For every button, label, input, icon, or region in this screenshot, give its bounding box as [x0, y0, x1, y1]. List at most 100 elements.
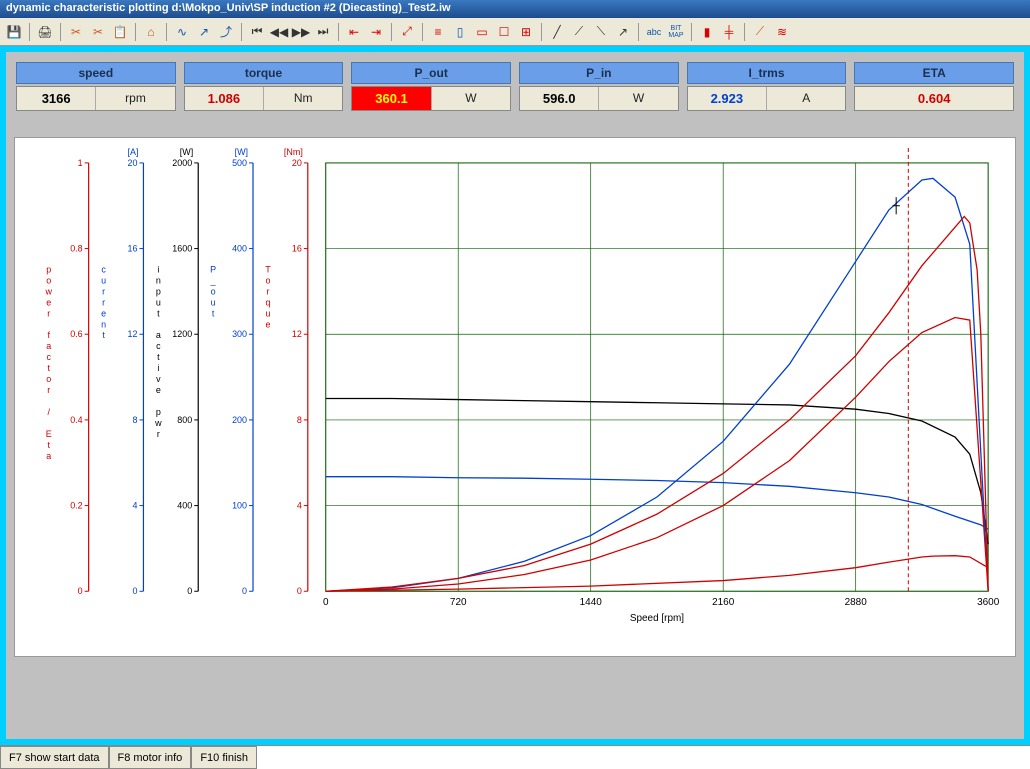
svg-text:c: c	[156, 341, 161, 351]
readout-value: 0.604	[855, 87, 1013, 110]
status-btn-F7[interactable]: F7 show start data	[0, 746, 109, 769]
text-icon[interactable]: abc	[644, 22, 664, 42]
svg-text:e: e	[46, 297, 51, 307]
svg-text:0: 0	[132, 586, 137, 596]
svg-text:e: e	[156, 385, 161, 395]
readout-unit: A	[767, 87, 845, 110]
readout-value: 360.1	[352, 87, 431, 110]
svg-text:400: 400	[232, 244, 247, 254]
svg-text:0.8: 0.8	[70, 244, 82, 254]
svg-text:800: 800	[177, 415, 192, 425]
copy-icon[interactable]: ✂	[88, 22, 108, 42]
readout-value: 2.923	[688, 87, 767, 110]
readout-header: torque	[184, 62, 344, 84]
mark-3-icon[interactable]: ⟋	[750, 22, 770, 42]
step-fwd-icon[interactable]: ⇥	[366, 22, 386, 42]
readout-P_in: P_in 596.0 W	[519, 62, 679, 111]
curve-tool-3-icon[interactable]: ⤴	[216, 22, 236, 42]
svg-text:1600: 1600	[172, 244, 192, 254]
mark-4-icon[interactable]: ≋	[772, 22, 792, 42]
svg-text:1200: 1200	[172, 329, 192, 339]
vbar-icon[interactable]: ▭	[472, 22, 492, 42]
svg-text:8: 8	[132, 415, 137, 425]
readout-header: P_out	[351, 62, 511, 84]
print-icon[interactable]: 🖨	[35, 22, 55, 42]
cut-icon[interactable]: ✂	[66, 22, 86, 42]
window-title: dynamic characteristic plotting d:\Mokpo…	[6, 2, 451, 14]
toolbar: 💾 🖨 ✂ ✂ 📋 ⌂ ∿ ↗ ⤴ ⏮ ◀◀ ▶▶ ⏭ ⇤ ⇥ ⤢ ≡ ▯ ▭ …	[0, 18, 1030, 46]
status-btn-F10[interactable]: F10 finish	[191, 746, 257, 769]
home-icon[interactable]: ⌂	[141, 22, 161, 42]
line-tool-1-icon[interactable]: ╱	[547, 22, 567, 42]
svg-text:720: 720	[450, 597, 467, 608]
readout-unit: rpm	[96, 87, 174, 110]
svg-text:20: 20	[127, 158, 137, 168]
svg-text:r: r	[47, 308, 50, 318]
readout-row: speed 3166 rpm torque 1.086 Nm P_out 360…	[6, 52, 1024, 117]
next-icon[interactable]: ▶▶	[291, 22, 311, 42]
chart-svg: 07201440216028803600Speed [rpm]00.20.40.…	[15, 138, 1015, 656]
svg-text:2160: 2160	[712, 597, 735, 608]
chart-area[interactable]: 07201440216028803600Speed [rpm]00.20.40.…	[14, 137, 1016, 657]
prev-icon[interactable]: ◀◀	[269, 22, 289, 42]
readout-unit: W	[599, 87, 677, 110]
svg-text:/: /	[48, 407, 51, 417]
fit-icon[interactable]: ⤢	[397, 22, 417, 42]
svg-text:o: o	[265, 275, 270, 285]
svg-text:u: u	[211, 297, 216, 307]
svg-text:0: 0	[78, 586, 83, 596]
svg-text:t: t	[102, 330, 105, 340]
status-btn-F8[interactable]: F8 motor info	[109, 746, 192, 769]
first-icon[interactable]: ⏮	[247, 22, 267, 42]
mark-2-icon[interactable]: ╪	[719, 22, 739, 42]
mark-1-icon[interactable]: ▮	[697, 22, 717, 42]
svg-text:i: i	[157, 264, 159, 274]
curve-tool-2-icon[interactable]: ↗	[194, 22, 214, 42]
save-icon[interactable]: 💾	[4, 22, 24, 42]
svg-text:n: n	[101, 319, 106, 329]
svg-text:o: o	[46, 374, 51, 384]
readout-header: I_trms	[687, 62, 847, 84]
grid-icon[interactable]: ⊞	[516, 22, 536, 42]
svg-text:q: q	[265, 297, 270, 307]
step-back-icon[interactable]: ⇤	[344, 22, 364, 42]
readout-ETA: ETA 0.604	[854, 62, 1014, 111]
svg-text:t: t	[212, 308, 215, 318]
svg-text:t: t	[48, 440, 51, 450]
svg-text:w: w	[154, 418, 162, 428]
svg-text:w: w	[45, 286, 53, 296]
svg-text:e: e	[265, 319, 270, 329]
svg-text:12: 12	[127, 329, 137, 339]
paste-icon[interactable]: 📋	[110, 22, 130, 42]
curve-tool-1-icon[interactable]: ∿	[172, 22, 192, 42]
svg-text:r: r	[102, 297, 105, 307]
svg-text:p: p	[156, 407, 161, 417]
svg-text:[W]: [W]	[235, 147, 248, 157]
main-frame: speed 3166 rpm torque 1.086 Nm P_out 360…	[0, 46, 1030, 745]
svg-text:8: 8	[297, 415, 302, 425]
readout-header: speed	[16, 62, 176, 84]
line-tool-2-icon[interactable]: ⟋	[569, 22, 589, 42]
svg-text:t: t	[48, 363, 51, 373]
line-tool-4-icon[interactable]: ↗	[613, 22, 633, 42]
hbar-icon[interactable]: ▯	[450, 22, 470, 42]
svg-text:u: u	[156, 297, 161, 307]
svg-text:0.2: 0.2	[70, 501, 82, 511]
readout-I_trms: I_trms 2.923 A	[687, 62, 847, 111]
svg-text:i: i	[157, 363, 159, 373]
bitmap-icon[interactable]: BITMAP	[666, 22, 686, 42]
svg-text:u: u	[101, 275, 106, 285]
svg-text:0: 0	[242, 586, 247, 596]
line-tool-3-icon[interactable]: ⟍	[591, 22, 611, 42]
readout-P_out: P_out 360.1 W	[351, 62, 511, 111]
svg-text:p: p	[156, 286, 161, 296]
svg-text:16: 16	[292, 244, 302, 254]
last-icon[interactable]: ⏭	[313, 22, 333, 42]
list-icon[interactable]: ≡	[428, 22, 448, 42]
svg-text:2880: 2880	[845, 597, 868, 608]
svg-text:r: r	[102, 286, 105, 296]
svg-text:u: u	[265, 308, 270, 318]
svg-text:n: n	[156, 275, 161, 285]
box-icon[interactable]: ☐	[494, 22, 514, 42]
svg-text:e: e	[101, 308, 106, 318]
